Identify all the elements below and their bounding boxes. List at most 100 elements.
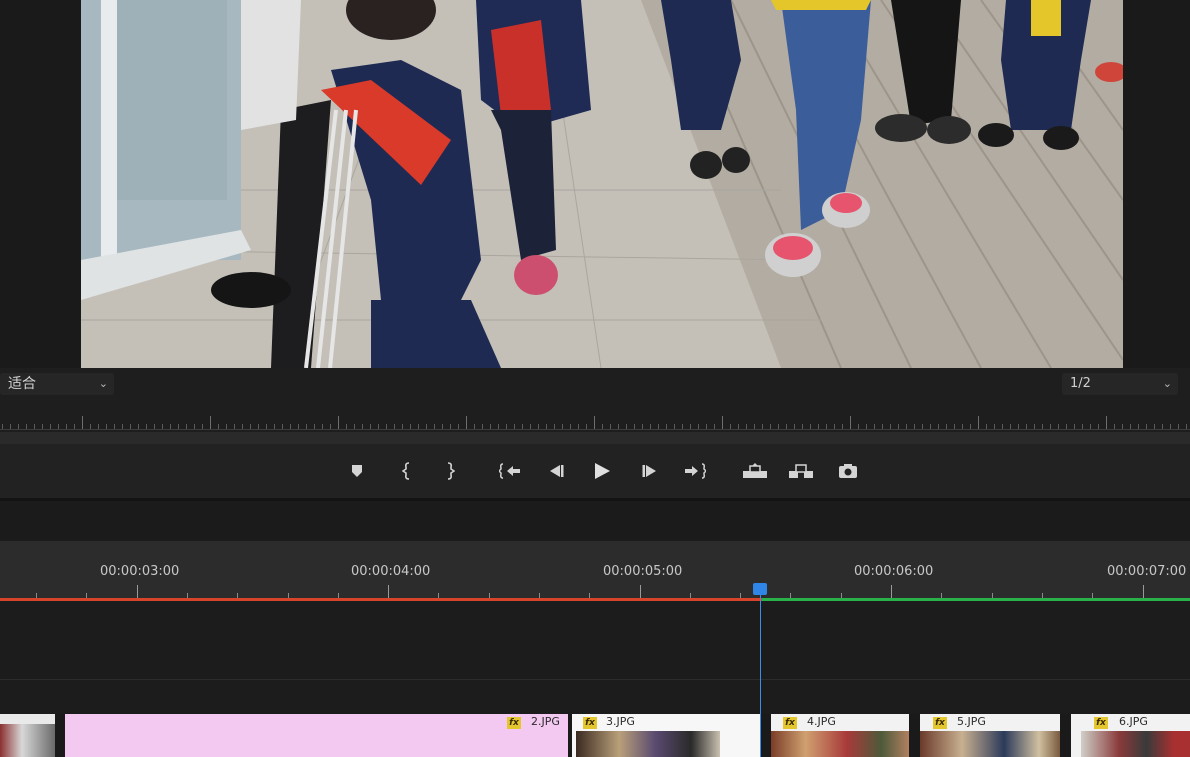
- ruler-tick: [810, 424, 811, 429]
- ruler-tick: [258, 424, 259, 429]
- ruler-tick: [202, 424, 203, 429]
- ruler-tick: [650, 424, 651, 429]
- export-frame-button[interactable]: [836, 459, 860, 483]
- fx-badge: fx: [1094, 717, 1108, 729]
- fx-badge: fx: [933, 717, 947, 729]
- ruler-tick: [1106, 416, 1107, 429]
- ruler-tick: [482, 424, 483, 429]
- ruler-tick: [187, 593, 188, 598]
- step-back-button[interactable]: [544, 459, 568, 483]
- ruler-tick: [114, 424, 115, 429]
- ruler-tick: [1050, 424, 1051, 429]
- clip-4-jpg[interactable]: fx 4.JPG: [771, 714, 909, 757]
- ruler-tick: [594, 416, 595, 429]
- play-button[interactable]: [590, 459, 614, 483]
- ruler-tick: [18, 424, 19, 429]
- ruler-tick: [930, 424, 931, 429]
- ruler-tick: [706, 424, 707, 429]
- ruler-tick: [826, 424, 827, 429]
- step-forward-button[interactable]: [638, 459, 662, 483]
- mark-out-icon: [447, 462, 455, 480]
- ruler-tick: [841, 593, 842, 598]
- clip-5-jpg[interactable]: fx 5.JPG: [920, 714, 1060, 757]
- camera-icon: [839, 464, 857, 478]
- clip-2-jpg[interactable]: fx 2.JPG: [65, 714, 568, 757]
- ruler-tick: [914, 424, 915, 429]
- extract-button[interactable]: [787, 459, 815, 483]
- ruler-tick: [146, 424, 147, 429]
- playback-resolution-dropdown[interactable]: 1/2 ⌄: [1062, 373, 1178, 395]
- ruler-tick: [530, 424, 531, 429]
- zoom-level-dropdown[interactable]: 适合 ⌄: [0, 373, 114, 395]
- ruler-tick: [226, 424, 227, 429]
- ruler-tick: [330, 424, 331, 429]
- ruler-tick: [402, 424, 403, 429]
- ruler-line: [0, 429, 1190, 430]
- monitor-navigator-bar[interactable]: [0, 432, 1190, 444]
- ruler-tick: [438, 593, 439, 598]
- timeline-time-ruler[interactable]: 00:00:03:00 00:00:04:00 00:00:05:00 00:0…: [0, 541, 1190, 601]
- track-v1[interactable]: [0, 680, 1190, 714]
- ruler-timecode: 00:00:06:00: [854, 564, 934, 579]
- ruler-tick: [34, 424, 35, 429]
- clip-thumbnail: [0, 724, 55, 757]
- ruler-timecode: 00:00:04:00: [351, 564, 431, 579]
- ruler-tick: [906, 424, 907, 429]
- lift-button[interactable]: [741, 459, 769, 483]
- clip-3-jpg[interactable]: fx 3.JPG: [572, 714, 760, 757]
- ruler-tick: [539, 593, 540, 598]
- ruler-tick: [266, 424, 267, 429]
- ruler-tick: [418, 424, 419, 429]
- ruler-tick: [490, 424, 491, 429]
- ruler-tick: [306, 424, 307, 429]
- ruler-tick: [290, 424, 291, 429]
- mark-in-button[interactable]: [395, 459, 419, 483]
- clip-thumbnail: [920, 731, 1060, 757]
- ruler-tick: [1058, 424, 1059, 429]
- ruler-tick: [474, 424, 475, 429]
- ruler-tick: [370, 424, 371, 429]
- clip-thumbnail: [771, 731, 909, 757]
- play-icon: [595, 463, 610, 479]
- playhead-line: [760, 593, 761, 757]
- go-to-out-button[interactable]: [683, 459, 707, 483]
- ruler-tick: [690, 593, 691, 598]
- ruler-tick: [890, 424, 891, 429]
- playhead-handle[interactable]: [753, 583, 767, 595]
- ruler-tick: [1098, 424, 1099, 429]
- track-v2[interactable]: [0, 601, 1190, 679]
- ruler-tick: [122, 424, 123, 429]
- ruler-tick: [58, 424, 59, 429]
- go-to-in-button[interactable]: [498, 459, 522, 483]
- clip-6-jpg[interactable]: fx 6.JPG: [1071, 714, 1190, 757]
- ruler-tick: [938, 424, 939, 429]
- ruler-tick: [626, 424, 627, 429]
- clip-1[interactable]: [0, 714, 55, 757]
- mark-out-button[interactable]: [438, 459, 462, 483]
- ruler-tick: [378, 424, 379, 429]
- ruler-tick: [218, 424, 219, 429]
- ruler-tick: [770, 424, 771, 429]
- ruler-tick: [162, 424, 163, 429]
- ruler-tick: [786, 424, 787, 429]
- ruler-tick: [298, 424, 299, 429]
- ruler-tick: [1066, 424, 1067, 429]
- ruler-tick: [106, 424, 107, 429]
- ruler-tick: [1170, 424, 1171, 429]
- ruler-tick: [410, 424, 411, 429]
- ruler-tick: [842, 424, 843, 429]
- fx-badge: fx: [783, 717, 797, 729]
- ruler-tick: [962, 424, 963, 429]
- chevron-down-icon: ⌄: [98, 377, 108, 390]
- add-marker-button[interactable]: [345, 459, 369, 483]
- ruler-tick: [589, 593, 590, 598]
- ruler-tick: [546, 424, 547, 429]
- ruler-tick: [346, 424, 347, 429]
- ruler-tick: [42, 424, 43, 429]
- monitor-time-ruler[interactable]: [0, 400, 1190, 432]
- ruler-tick: [1082, 424, 1083, 429]
- ruler-tick: [946, 424, 947, 429]
- ruler-tick: [137, 585, 138, 598]
- ruler-tick: [790, 593, 791, 598]
- ruler-tick: [522, 424, 523, 429]
